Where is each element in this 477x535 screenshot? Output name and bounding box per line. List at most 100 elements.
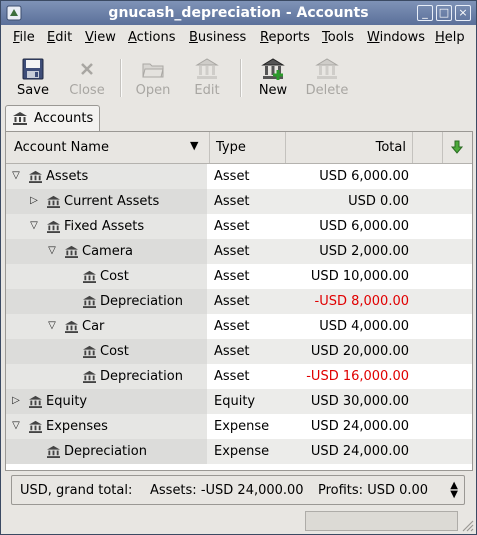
account-total: USD 24,000.00	[310, 444, 409, 459]
account-total: USD 2,000.00	[319, 244, 409, 259]
account-name-cell: ▽ Expenses	[6, 414, 207, 439]
tree-row[interactable]: Depreciation Expense USD 24,000.00	[6, 439, 472, 464]
tree-row[interactable]: ▽ Car Asset USD 4,000.00	[6, 314, 472, 339]
collapse-triangle-icon[interactable]: ▽	[28, 220, 40, 232]
column-selector-button[interactable]	[443, 132, 471, 163]
bank-account-icon	[47, 445, 60, 458]
delete-button[interactable]: Delete	[303, 53, 351, 99]
tab-label: Accounts	[34, 111, 94, 126]
new-account-button[interactable]: New	[249, 53, 297, 99]
summary-label: USD, grand total:	[20, 483, 133, 498]
account-name-cell: Depreciation	[6, 439, 207, 464]
account-name: Depreciation	[64, 444, 147, 459]
close-window-button[interactable]: ×	[455, 5, 471, 21]
menu-reports[interactable]: Reports	[260, 30, 310, 45]
bank-account-icon	[65, 320, 78, 333]
account-type: Asset	[214, 294, 250, 309]
account-type: Asset	[214, 269, 250, 284]
account-name: Camera	[82, 244, 134, 259]
bank-account-icon	[47, 195, 60, 208]
collapse-triangle-icon[interactable]: ▽	[10, 420, 22, 432]
summary-profits: Profits: USD 0.00	[318, 483, 429, 498]
column-header-total[interactable]: Total	[286, 132, 413, 163]
collapse-triangle-icon[interactable]: ▽	[46, 245, 58, 257]
bank-account-icon	[65, 245, 78, 258]
save-button[interactable]: Save	[9, 53, 57, 99]
account-name-cell: ▽ Assets	[6, 164, 207, 189]
menu-business[interactable]: Business	[189, 30, 246, 45]
menu-edit[interactable]: Edit	[47, 30, 72, 45]
account-name: Assets	[46, 169, 89, 184]
summary-bar[interactable]: USD, grand total: Assets: -USD 24,000.00…	[11, 475, 465, 505]
account-total: USD 6,000.00	[319, 169, 409, 184]
minimize-button[interactable]: _	[417, 5, 433, 21]
accounts-tree[interactable]: Account Name ▼ Type Total ▽ Assets Asset US…	[5, 131, 473, 471]
maximize-button[interactable]: □	[436, 5, 452, 21]
menu-windows[interactable]: Windows	[367, 30, 425, 45]
expand-triangle-icon[interactable]: ▷	[10, 395, 22, 407]
column-header-type[interactable]: Type	[210, 132, 286, 163]
menu-bar: File Edit View Actions Business Reports Tools W…	[1, 25, 476, 49]
title-bar[interactable]: gnucash_depreciation - Accounts _ □ ×	[1, 1, 476, 25]
bank-account-icon	[29, 395, 42, 408]
bank-account-icon	[83, 270, 96, 283]
open-button[interactable]: Open	[129, 53, 177, 99]
collapse-triangle-icon[interactable]: ▽	[46, 320, 58, 332]
edit-button[interactable]: Edit	[183, 53, 231, 99]
account-type: Expense	[214, 444, 270, 459]
tree-row[interactable]: ▷ Equity Equity USD 30,000.00	[6, 389, 472, 414]
menu-file[interactable]: File	[13, 30, 35, 45]
save-icon	[22, 58, 44, 80]
tree-row[interactable]: ▷ Current Assets Asset USD 0.00	[6, 189, 472, 214]
tree-row[interactable]: Depreciation Asset -USD 16,000.00	[6, 364, 472, 389]
expand-triangle-icon[interactable]: ▷	[28, 195, 40, 207]
collapse-triangle-icon[interactable]: ▽	[10, 170, 22, 182]
account-type: Asset	[214, 169, 250, 184]
account-type: Asset	[214, 344, 250, 359]
toolbar: Save Close Open Edit New Delete	[1, 51, 476, 101]
tab-accounts[interactable]: Accounts	[5, 105, 100, 132]
progress-bar	[305, 511, 458, 531]
account-type: Asset	[214, 219, 250, 234]
account-name: Fixed Assets	[64, 219, 145, 234]
toolbar-separator	[240, 59, 242, 97]
account-type: Expense	[214, 419, 270, 434]
tree-row[interactable]: ▽ Fixed Assets Asset USD 6,000.00	[6, 214, 472, 239]
summary-select-arrows-icon[interactable]: ▲ ▼	[450, 481, 458, 500]
tree-row[interactable]: Cost Asset USD 10,000.00	[6, 264, 472, 289]
new-label: New	[258, 83, 288, 98]
menu-actions[interactable]: Actions	[128, 30, 176, 45]
tree-row[interactable]: ▽ Assets Asset USD 6,000.00	[6, 164, 472, 189]
tree-row[interactable]: Cost Asset USD 20,000.00	[6, 339, 472, 364]
save-label: Save	[17, 83, 49, 98]
account-total: USD 6,000.00	[319, 219, 409, 234]
tree-row[interactable]: ▽ Expenses Expense USD 24,000.00	[6, 414, 472, 439]
column-total-label: Total	[375, 140, 406, 155]
account-name-cell: ▽ Fixed Assets	[6, 214, 207, 239]
tree-row[interactable]: Depreciation Asset -USD 8,000.00	[6, 289, 472, 314]
account-name: Car	[82, 319, 105, 334]
open-label: Open	[135, 83, 171, 98]
account-name: Current Assets	[64, 194, 160, 209]
bank-add-icon	[261, 58, 285, 80]
account-total: USD 0.00	[348, 194, 409, 209]
account-name-cell: Depreciation	[6, 364, 207, 389]
column-header-blank[interactable]	[413, 132, 443, 163]
resize-grip-icon[interactable]	[460, 518, 474, 532]
account-total: USD 30,000.00	[310, 394, 409, 409]
open-folder-icon	[142, 63, 164, 78]
account-name-cell: Cost	[6, 339, 207, 364]
column-header-account-name[interactable]: Account Name ▼	[6, 132, 210, 163]
tree-row[interactable]: ▽ Camera Asset USD 2,000.00	[6, 239, 472, 264]
account-type: Asset	[214, 244, 250, 259]
account-name-cell: Depreciation	[6, 289, 207, 314]
menu-view[interactable]: View	[85, 30, 116, 45]
menu-tools[interactable]: Tools	[322, 30, 354, 45]
bank-delete-icon	[315, 58, 339, 79]
toolbar-separator	[120, 59, 122, 97]
bank-account-icon	[83, 295, 96, 308]
menu-help[interactable]: Help	[435, 30, 465, 45]
account-name: Cost	[100, 269, 129, 284]
account-name: Depreciation	[100, 294, 183, 309]
close-button[interactable]: Close	[63, 53, 111, 99]
